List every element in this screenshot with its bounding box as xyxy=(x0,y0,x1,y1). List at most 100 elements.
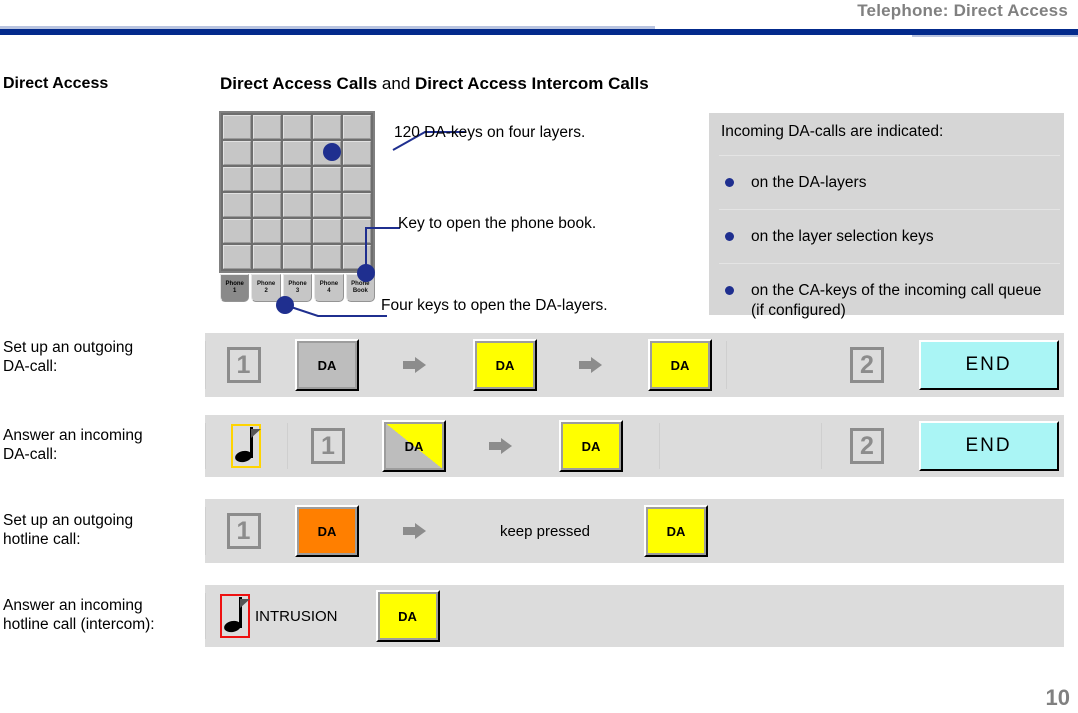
da-key-cell[interactable] xyxy=(343,167,371,191)
da-key-cell[interactable] xyxy=(343,193,371,217)
da-key-cell[interactable] xyxy=(283,193,311,217)
da-key-cell[interactable] xyxy=(253,245,281,269)
layer-tab-2[interactable]: Phone 2 xyxy=(251,274,281,302)
layer-tab-3[interactable]: Phone 3 xyxy=(282,274,313,302)
da-key-cell[interactable] xyxy=(253,193,281,217)
layer-selection-keys: Phone 1 Phone 2 Phone 3 Phone 4 Phone Book xyxy=(219,274,376,302)
page-number: 10 xyxy=(1045,685,1070,710)
end-key-cell: END xyxy=(913,415,1064,477)
da-key-yellow-cell: DA xyxy=(460,333,550,397)
da-key-cell[interactable] xyxy=(283,141,311,165)
layer-tab-line2: 2 xyxy=(264,288,268,294)
da-key-cell[interactable] xyxy=(283,167,311,191)
da-key-yellow[interactable]: DA xyxy=(375,590,440,642)
layer-tab-5[interactable]: Phone Book xyxy=(345,274,376,302)
cell-divider xyxy=(821,423,822,469)
layer-tab-line1: Phone xyxy=(225,280,244,287)
layer-tab-1[interactable]: Phone 1 xyxy=(220,274,250,302)
callout-phone-book: Key to open the phone book. xyxy=(398,215,597,232)
bullet-icon xyxy=(725,286,734,296)
da-key-cell[interactable] xyxy=(343,115,371,139)
procedure-label-outgoing-da: Set up an outgoing DA-call: xyxy=(3,338,133,377)
step-1-cell: 1 xyxy=(287,415,369,477)
cell-divider xyxy=(205,593,206,639)
intrusion-indicator-cell xyxy=(215,585,255,647)
note-flag xyxy=(240,599,250,608)
da-key-cell[interactable] xyxy=(283,219,311,243)
da-key-gray[interactable]: DA xyxy=(295,339,359,391)
da-key-cell[interactable] xyxy=(343,245,371,269)
da-key-yellow-cell: DA xyxy=(545,415,637,477)
ringing-indicator-cell xyxy=(205,415,287,477)
procedure-panel-incoming-da-end: 2 END xyxy=(659,415,1064,477)
info-item-label: on the layer selection keys xyxy=(751,228,934,246)
da-key-cell[interactable] xyxy=(253,219,281,243)
keep-pressed-label: keep pressed xyxy=(499,522,591,540)
content-heading-part1: Direct Access Calls xyxy=(220,74,378,93)
bullet-icon xyxy=(725,178,734,187)
step-number: 1 xyxy=(226,513,261,549)
da-key-cell[interactable] xyxy=(283,245,311,269)
da-key-yellow-cell: DA xyxy=(360,585,455,647)
da-key-cell[interactable] xyxy=(253,115,281,139)
da-key-cell[interactable] xyxy=(223,193,251,217)
layer-tab-line1: Phone xyxy=(256,280,276,287)
procedure-label-incoming-da: Answer an incoming DA-call: xyxy=(3,426,143,465)
da-key-cell[interactable] xyxy=(313,245,341,269)
content-heading-conj: and xyxy=(377,74,415,93)
step-2-cell: 2 xyxy=(821,415,913,477)
info-item: on the layer selection keys xyxy=(709,227,1064,247)
da-key-yellow[interactable]: DA xyxy=(644,505,708,557)
da-key-yellow[interactable]: DA xyxy=(559,420,623,472)
section-label: Direct Access xyxy=(3,75,109,92)
da-key-cell[interactable] xyxy=(313,141,341,165)
da-keypad: Phone 1 Phone 2 Phone 3 Phone 4 Phone Book xyxy=(219,111,376,302)
layer-tab-line1: Phone xyxy=(351,280,370,287)
da-key-cell[interactable] xyxy=(223,115,251,139)
spacer-cell xyxy=(659,415,821,477)
info-item-label: on the DA-layers xyxy=(751,174,867,191)
da-key-cell[interactable] xyxy=(283,115,311,139)
layer-tab-line1: Phone xyxy=(319,280,339,287)
procedure-label-line2: hotline call (intercom): xyxy=(3,616,155,634)
da-key-cell[interactable] xyxy=(313,115,341,139)
da-key-cell[interactable] xyxy=(343,141,371,165)
end-key[interactable]: END xyxy=(918,421,1059,471)
da-key-cell[interactable] xyxy=(313,219,341,243)
cell-divider xyxy=(659,423,660,469)
cell-divider xyxy=(205,507,206,555)
da-key-cell[interactable] xyxy=(223,167,251,191)
da-key-orange[interactable]: DA xyxy=(295,505,359,557)
da-key-cell[interactable] xyxy=(253,167,281,191)
procedure-label-line2: hotline call: xyxy=(3,531,81,549)
da-key-cell[interactable] xyxy=(223,141,251,165)
arrow-cell xyxy=(372,333,460,397)
arrow-right-icon xyxy=(403,523,429,539)
da-key-cell[interactable] xyxy=(343,219,371,243)
procedure-label-line1: Set up an outgoing xyxy=(3,339,134,356)
da-key-cell[interactable] xyxy=(313,193,341,217)
da-key-yellow[interactable]: DA xyxy=(648,339,712,391)
end-key[interactable]: END xyxy=(918,340,1059,390)
da-key-split-cell: DA xyxy=(369,415,459,477)
da-key-cell[interactable] xyxy=(253,141,281,165)
step-number: 2 xyxy=(850,347,884,383)
bullet-icon xyxy=(725,232,734,242)
step-number: 1 xyxy=(226,347,261,383)
da-key-grid[interactable] xyxy=(219,111,375,273)
procedure-label-line2: DA-call: xyxy=(3,358,58,376)
da-key-cell[interactable] xyxy=(313,167,341,191)
da-key-split[interactable]: DA xyxy=(382,420,446,472)
da-key-cell[interactable] xyxy=(223,219,251,243)
da-key-cell[interactable] xyxy=(223,245,251,269)
da-key-gray-cell: DA xyxy=(282,333,372,397)
da-key-yellow-cell: DA xyxy=(630,499,722,563)
layer-tab-4[interactable]: Phone 4 xyxy=(314,274,344,302)
procedure-label-incoming-hotline: Answer an incoming hotline call (interco… xyxy=(3,596,155,635)
step-number: 1 xyxy=(311,428,345,464)
spacer-cell xyxy=(455,585,1064,647)
da-key-yellow[interactable]: DA xyxy=(473,339,537,391)
layer-tab-line2: 3 xyxy=(295,288,300,294)
content-heading-part2: Direct Access Intercom Calls xyxy=(415,74,649,93)
procedure-label-line1: Answer an incoming xyxy=(3,597,143,614)
